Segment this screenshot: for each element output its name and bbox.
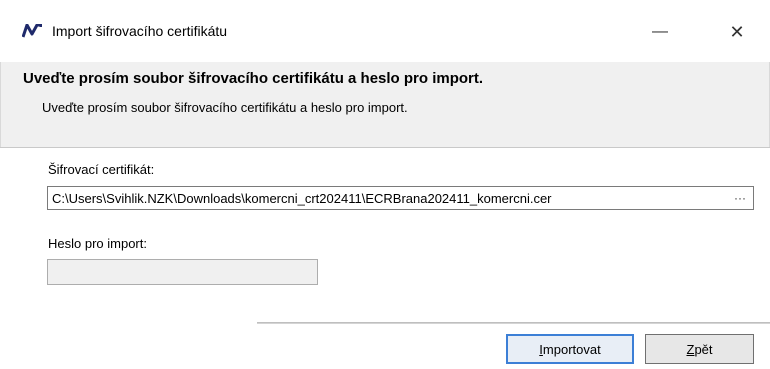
button-area-divider (257, 322, 770, 324)
certificate-label: Šifrovací certifikát: (48, 162, 155, 177)
import-button-label: mportovat (542, 341, 601, 357)
ellipsis-icon: ··· (734, 191, 746, 205)
title-bar: Import šifrovacího certifikátu — ✕ (0, 0, 770, 62)
close-icon: ✕ (729, 21, 745, 42)
import-button[interactable]: Importovat (506, 334, 634, 364)
browse-button[interactable]: ··· (731, 189, 749, 207)
back-button-mnemonic: Z (686, 341, 695, 357)
header-description: Uveďte prosím soubor šifrovacího certifi… (42, 100, 408, 115)
certificate-path-value: C:\Users\Svihlik.NZK\Downloads\komercni_… (52, 190, 552, 206)
minimize-icon: — (652, 23, 668, 40)
window-title: Import šifrovacího certifikátu (52, 23, 228, 39)
close-button[interactable]: ✕ (714, 12, 760, 52)
header-title: Uveďte prosím soubor šifrovacího certifi… (23, 70, 484, 87)
back-button[interactable]: Zpět (645, 334, 754, 364)
back-button-label: pět (694, 341, 713, 357)
app-logo-icon (21, 23, 43, 38)
wizard-header: Uveďte prosím soubor šifrovacího certifi… (0, 62, 770, 147)
password-input[interactable] (47, 259, 318, 285)
password-label: Heslo pro import: (48, 236, 147, 251)
certificate-path-field[interactable]: C:\Users\Svihlik.NZK\Downloads\komercni_… (47, 186, 754, 210)
minimize-button[interactable]: — (637, 12, 683, 52)
